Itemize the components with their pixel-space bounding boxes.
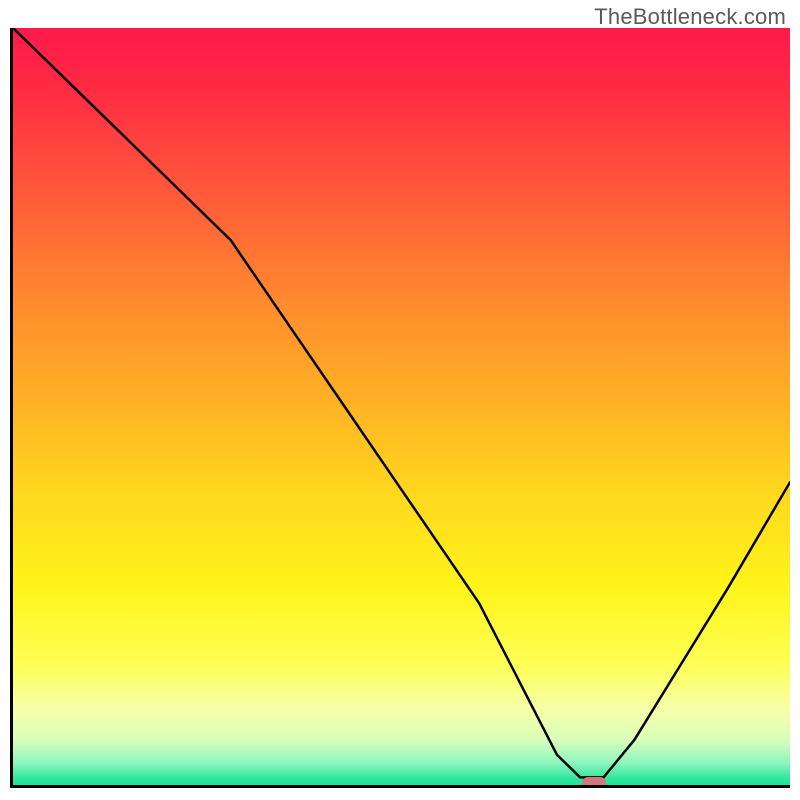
watermark-text: TheBottleneck.com: [594, 4, 786, 30]
bottleneck-marker: [582, 777, 606, 788]
line-curve: [13, 28, 790, 785]
plot-area: [10, 28, 790, 788]
